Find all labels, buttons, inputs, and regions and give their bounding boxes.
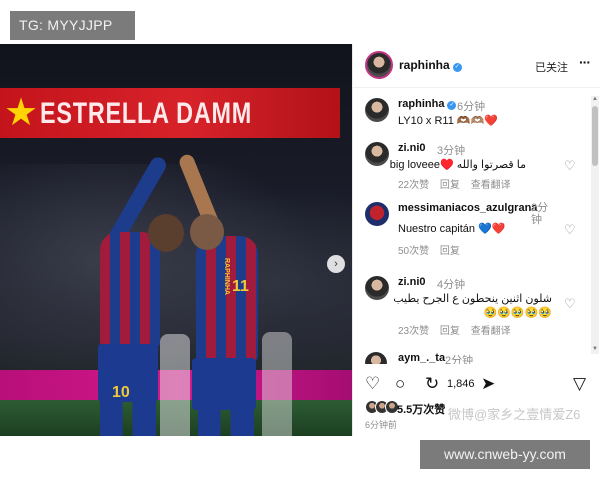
comment-text-line-2: 🥹🥹🥹🥹🥹 (483, 307, 552, 319)
comment-likes: 50次赞 (398, 246, 430, 257)
comment-time: 2分钟 (445, 355, 474, 364)
repost-icon[interactable]: ↻ (425, 374, 439, 394)
player-right-shorts (192, 358, 256, 410)
comment-avatar[interactable] (365, 98, 389, 122)
comment-item: aym_._ta 2分钟 (353, 350, 597, 364)
more-options-icon[interactable]: ··· (579, 54, 591, 70)
next-photo-button[interactable]: › (327, 255, 345, 273)
comment-like-icon[interactable]: ♡ (564, 296, 576, 312)
comment-avatar[interactable] (365, 202, 389, 226)
translate-button[interactable]: 查看翻译 (471, 326, 511, 337)
save-icon[interactable]: ▽ (573, 374, 586, 394)
reply-button[interactable]: 回复 (440, 180, 460, 191)
comment-likes: 22次赞 (398, 180, 430, 191)
share-icon[interactable]: ➤ (481, 374, 495, 394)
comment-username[interactable]: zi.ni0 (398, 142, 426, 154)
comment-time: 6分钟 (457, 101, 486, 113)
comment-time: 4分钟 (437, 279, 466, 291)
caption-item: raphinha ✓ 6分钟 LY10 x R11 🫶🏾🫶🏽❤️ (353, 96, 597, 132)
verified-icon: ✓ (452, 63, 462, 72)
watermark-top: TG: MYYJJPP (10, 11, 135, 40)
comment-username[interactable]: aym_._ta (398, 352, 445, 364)
comment-meta: 50次赞 回复 (398, 242, 468, 257)
sponsor-banner: ★ ESTRELLA DAMM (0, 88, 340, 138)
comment-text: ما قصرتوا والله ♥️big loveee (389, 159, 526, 171)
post-panel: raphinha ✓ 已关注 ··· raphinha ✓ 6分钟 LY10 x R… (352, 44, 600, 436)
comment-like-icon[interactable]: ♡ (564, 222, 576, 238)
reply-button[interactable]: 回复 (440, 246, 460, 257)
author-username[interactable]: raphinha ✓ (399, 58, 462, 72)
comment-text: LY10 x R11 🫶🏾🫶🏽❤️ (398, 115, 498, 127)
player-right-head (190, 214, 224, 250)
verified-icon: ✓ (447, 101, 457, 110)
comment-list: raphinha ✓ 6分钟 LY10 x R11 🫶🏾🫶🏽❤️ zi.ni0 3… (353, 92, 597, 364)
player-right-legs (198, 410, 254, 436)
comment-like-icon[interactable]: ♡ (564, 158, 576, 174)
like-icon[interactable]: ♡ (365, 374, 380, 394)
comment-text-line-1: شلون اثنين ينحطون ع الجرح يطيب (393, 293, 552, 305)
comment-scrollbar[interactable]: ▲ ▼ (591, 96, 599, 354)
comment-time: 2分钟 (531, 202, 549, 226)
comment-username[interactable]: messimaniacos_azulgrana (398, 202, 537, 214)
watermark-bottom: www.cnweb-yy.com (420, 440, 590, 469)
player-left-legs (100, 400, 156, 436)
player-right-name: RAPHINHA (223, 258, 230, 295)
comment-item: messimaniacos_azulgrana 2分钟 Nuestro capi… (353, 200, 597, 260)
comment-likes: 23次赞 (398, 326, 430, 337)
post-age: 6分钟前 (365, 420, 398, 430)
comment-text: Nuestro capitán 💙❤️ (398, 223, 506, 235)
post-photo: ★ ESTRELLA DAMM 10 RAPHINHA 11 (0, 44, 352, 436)
scroll-up-icon[interactable]: ▲ (591, 96, 599, 102)
comment-avatar[interactable] (365, 142, 389, 166)
translate-button[interactable]: 查看翻译 (471, 180, 511, 191)
player-left-head (148, 214, 184, 252)
banner-text: ESTRELLA DAMM (40, 97, 253, 130)
comment-avatar[interactable] (365, 276, 389, 300)
comment-time: 3分钟 (437, 145, 466, 157)
author-avatar[interactable] (365, 51, 393, 79)
comment-meta: 23次赞 回复 查看翻译 (398, 322, 519, 337)
player-right-shirt (196, 236, 258, 362)
player-left-number: 10 (112, 384, 130, 401)
background-player-left (160, 334, 190, 436)
likes-count[interactable]: 5.5万次赞 (397, 401, 445, 417)
background-player-right (262, 332, 292, 436)
player-right-number: 11 (232, 278, 249, 295)
repost-count: 1,846 (447, 378, 475, 390)
comment-item: zi.ni0 4分钟 شلون اثنين ينحطون ع الجرح يطي… (353, 274, 597, 340)
comment-meta: 22次赞 回复 查看翻译 (398, 176, 519, 191)
comment-item: zi.ni0 3分钟 ما قصرتوا والله ♥️big loveee … (353, 140, 597, 191)
comment-username[interactable]: zi.ni0 (398, 276, 426, 288)
comment-avatar[interactable] (365, 352, 387, 364)
weibo-watermark: 微博@家乡之壹情爱Z6 (448, 407, 581, 422)
following-button[interactable]: 已关注 (535, 59, 568, 75)
scroll-thumb[interactable] (592, 106, 598, 166)
scroll-down-icon[interactable]: ▼ (591, 346, 599, 352)
star-logo-icon: ★ (4, 92, 39, 134)
player-left-shirt (100, 232, 160, 348)
comment-icon[interactable]: ○ (395, 374, 405, 394)
post-header: raphinha ✓ 已关注 ··· (353, 44, 600, 88)
action-bar: ♡ ○ ↻ 1,846 ➤ ▽ (353, 374, 600, 398)
comment-username[interactable]: raphinha ✓ (398, 98, 457, 110)
reply-button[interactable]: 回复 (440, 326, 460, 337)
